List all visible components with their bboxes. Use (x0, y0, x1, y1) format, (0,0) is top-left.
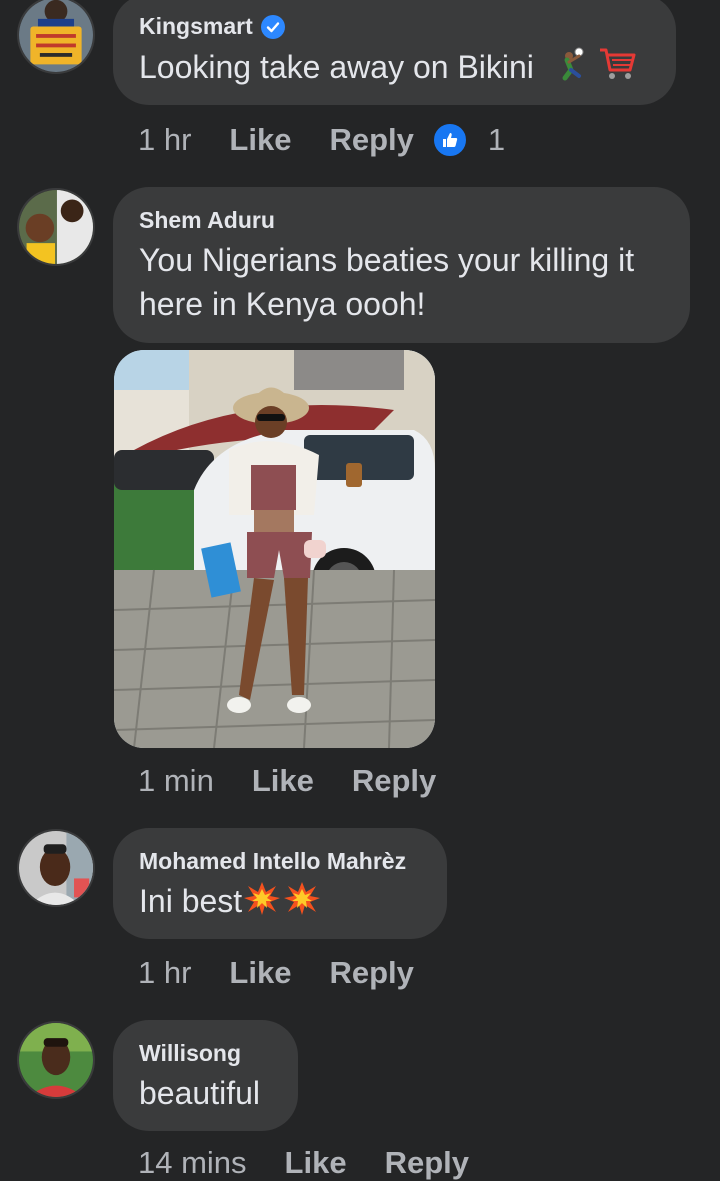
shopping-cart-icon (598, 46, 638, 93)
like-reaction-icon[interactable] (431, 122, 468, 158)
author-name[interactable]: Kingsmart (139, 13, 253, 40)
comment-text-content: beautiful (139, 1075, 260, 1111)
comment-photo[interactable] (114, 350, 435, 748)
avatar[interactable] (17, 1021, 95, 1099)
comment-text-line: You Nigerians beaties your killing it (139, 242, 635, 278)
comment-actions: 1 hr Like Reply 1 (138, 122, 505, 158)
comment-bubble: Willisong beautiful (113, 1020, 298, 1131)
comment-text: You Nigerians beaties your killing it he… (139, 238, 634, 326)
comment-actions: 1 hr Like Reply (138, 955, 452, 991)
comment-actions: 1 min Like Reply (138, 763, 474, 799)
reply-button[interactable]: Reply (385, 1145, 469, 1181)
like-button[interactable]: Like (252, 763, 314, 799)
like-button[interactable]: Like (229, 955, 291, 991)
comment-bubble: Kingsmart Looking take away on Bikini (113, 0, 676, 105)
comment-timestamp[interactable]: 14 mins (138, 1145, 247, 1181)
author-name[interactable]: Willisong (139, 1040, 241, 1067)
collision-icon (242, 880, 282, 927)
verified-badge-icon (260, 14, 285, 39)
comment-bubble: Mohamed Intello Mahrèz Ini best (113, 828, 447, 939)
author-name[interactable]: Mohamed Intello Mahrèz (139, 848, 406, 875)
person-volleyball-icon (553, 46, 589, 93)
comment-author[interactable]: Mohamed Intello Mahrèz (139, 848, 406, 875)
comment-author[interactable]: Shem Aduru (139, 207, 275, 234)
comment-text: Ini best (139, 879, 322, 927)
comment-timestamp[interactable]: 1 hr (138, 122, 191, 158)
comment-timestamp[interactable]: 1 hr (138, 955, 191, 991)
like-button[interactable]: Like (285, 1145, 347, 1181)
comment-text: Looking take away on Bikini (139, 45, 638, 93)
comment-author[interactable]: Kingsmart (139, 13, 285, 40)
comment-text-line: here in Kenya oooh! (139, 286, 426, 322)
comment-actions: 14 mins Like Reply (138, 1145, 507, 1181)
comment-text-content: Looking take away on Bikini (139, 49, 534, 85)
reaction-count[interactable]: 1 (488, 122, 505, 158)
avatar[interactable] (17, 829, 95, 907)
collision-icon (282, 880, 322, 927)
reply-button[interactable]: Reply (352, 763, 436, 799)
comment-text-content: Ini best (139, 883, 243, 919)
comment-text: beautiful (139, 1071, 260, 1115)
avatar[interactable] (17, 188, 95, 266)
comment-timestamp[interactable]: 1 min (138, 763, 214, 799)
like-button[interactable]: Like (229, 122, 291, 158)
comment-bubble: Shem Aduru You Nigerians beaties your ki… (113, 187, 690, 343)
comment-author[interactable]: Willisong (139, 1040, 241, 1067)
reply-button[interactable]: Reply (329, 955, 413, 991)
author-name[interactable]: Shem Aduru (139, 207, 275, 234)
avatar[interactable] (17, 0, 95, 74)
reply-button[interactable]: Reply (329, 122, 413, 158)
